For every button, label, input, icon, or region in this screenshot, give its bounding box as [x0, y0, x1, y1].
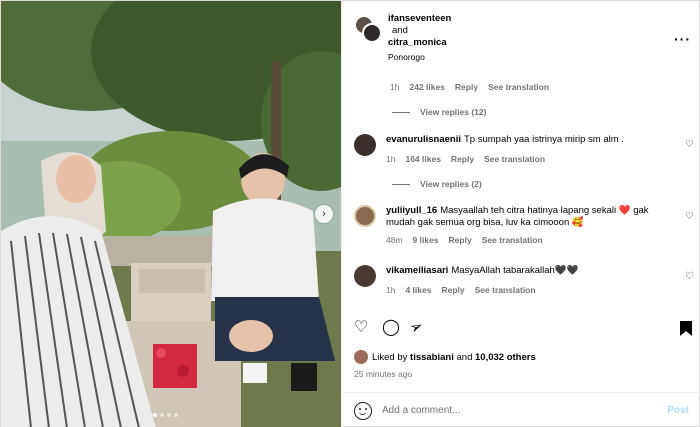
post-header: ifanseventeen and citra_monica Ponorogo … [342, 1, 700, 63]
post-actions: ♡ ◯ ➢ [354, 317, 692, 339]
carousel-dot [153, 413, 157, 417]
next-photo-button[interactable]: › [315, 205, 333, 223]
comment-like-heart-icon[interactable]: ♡ [685, 139, 694, 150]
comment-item: vikameiliasari MasyaAllah tabarakallah🖤🖤 … [354, 265, 694, 295]
location-link[interactable]: Ponorogo [388, 51, 451, 63]
comment-username[interactable]: vikameiliasari [386, 265, 448, 276]
emoji-icon[interactable] [354, 401, 372, 420]
carousel-dot [174, 413, 178, 417]
see-translation-button[interactable]: See translation [475, 285, 536, 295]
comment-likes[interactable]: 242 likes [409, 82, 444, 92]
post-button[interactable]: Post [667, 405, 689, 416]
comment-likes[interactable]: 164 likes [405, 154, 440, 164]
avatar[interactable] [354, 134, 376, 156]
liked-by-prefix: Liked by [372, 351, 408, 363]
comment-username[interactable]: yuliiyull_16 [386, 205, 437, 216]
collab-avatars[interactable] [354, 15, 382, 43]
liked-by: Liked by tissabiani and 10,032 others [354, 350, 536, 364]
and-label: and [392, 25, 408, 36]
comment-time: 1h [386, 154, 396, 164]
post-side-panel: ifanseventeen and citra_monica Ponorogo … [341, 1, 700, 427]
comment-username[interactable]: evanurulisnaenii [386, 134, 461, 145]
view-replies-button[interactable]: View replies (12) [392, 107, 486, 117]
see-translation-button[interactable]: See translation [484, 154, 545, 164]
liked-by-others[interactable]: 10,032 others [475, 352, 536, 363]
bookmark-icon[interactable] [680, 321, 692, 336]
comment-text: Tp sumpah yaa istrinya mirip sm alm . [463, 134, 624, 145]
comment-item: yuliiyull_16 Masyaallah teh citra hatinya… [354, 205, 694, 245]
carousel-dot [167, 413, 171, 417]
see-translation-button[interactable]: See translation [482, 235, 543, 245]
carousel-dot [160, 413, 164, 417]
author-username[interactable]: ifanseventeen [388, 13, 451, 25]
avatar[interactable] [354, 205, 376, 227]
reply-button[interactable]: Reply [455, 82, 478, 92]
photo-illustration [1, 1, 341, 427]
more-horizontal-icon[interactable]: ··· [674, 31, 691, 47]
comment-composer: Add a comment... Post [342, 392, 700, 427]
comment-icon[interactable]: ◯ [382, 319, 400, 337]
reply-button[interactable]: Reply [441, 285, 464, 295]
comment-like-heart-icon[interactable]: ♡ [685, 211, 694, 222]
coauthor-username[interactable]: citra_monica [388, 37, 451, 49]
comment-likes[interactable]: 4 likes [405, 285, 431, 295]
comment-item: evanurulisnaenii Tp sumpah yaa istrinya m… [354, 134, 694, 164]
avatar[interactable] [362, 23, 382, 43]
avatar[interactable] [354, 265, 376, 287]
view-replies-button[interactable]: View replies (2) [392, 179, 482, 189]
post-timestamp[interactable]: 25 minutes ago [354, 369, 412, 379]
instagram-post-window: › ifanseventeen and citra_monica Ponorog… [0, 0, 700, 427]
comment-time: 1h [390, 82, 400, 92]
comment-input[interactable]: Add a comment... [382, 405, 667, 416]
comment-meta: 1h 242 likes Reply See translation [390, 82, 549, 92]
post-photo[interactable]: › [1, 1, 341, 427]
comment-likes[interactable]: 9 likes [413, 235, 439, 245]
view-replies-label: View replies (12) [420, 107, 487, 117]
comment-time: 48m [386, 235, 403, 245]
liked-by-and: and [456, 351, 473, 363]
liked-by-username[interactable]: tissabiani [410, 352, 454, 363]
carousel-dots [153, 413, 178, 417]
comment-like-heart-icon[interactable]: ♡ [685, 271, 694, 282]
reply-button[interactable]: Reply [449, 235, 472, 245]
see-translation-button[interactable]: See translation [488, 82, 549, 92]
reply-button[interactable]: Reply [451, 154, 474, 164]
share-icon[interactable]: ➢ [407, 317, 427, 339]
heart-icon[interactable]: ♡ [354, 319, 368, 337]
comment-text: MasyaAllah tabarakallah🖤🖤 [451, 265, 579, 276]
avatar[interactable] [354, 350, 368, 364]
comment-time: 1h [386, 285, 396, 295]
view-replies-label: View replies (2) [420, 179, 482, 189]
